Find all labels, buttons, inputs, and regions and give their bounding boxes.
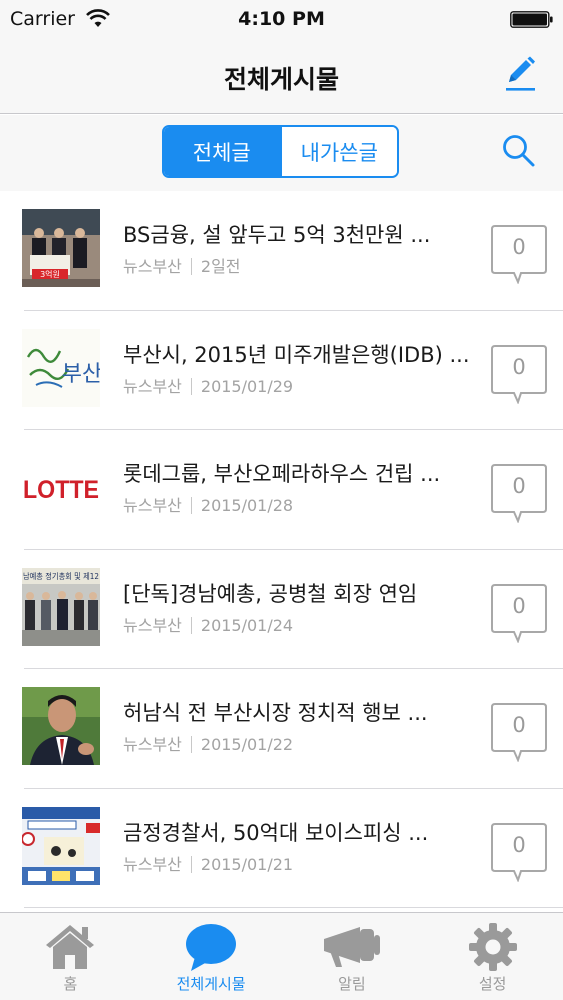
comment-count: 0 (512, 593, 526, 618)
post-filter-segmented-control: 전체글 내가쓴글 (162, 125, 399, 178)
post-title: 부산시, 2015년 미주개발은행(IDB) ... (123, 342, 470, 367)
post-source: 뉴스부산 (123, 496, 182, 515)
speech-bubble-icon (186, 924, 237, 971)
tab-settings[interactable]: 설정 (422, 913, 563, 1000)
comment-count: 0 (512, 474, 526, 498)
post-source: 뉴스부산 (123, 615, 182, 635)
search-icon[interactable] (501, 133, 537, 169)
tab-all-posts[interactable]: 전체게시물 (141, 913, 282, 1000)
post-thumbnail: LOTTE (22, 448, 100, 526)
tab-all-posts-label: 전체게시물 (176, 975, 246, 993)
tab-home-label: 홈 (63, 975, 78, 993)
post-title: 금정경찰서, 50억대 보이스피싱 ... (123, 820, 429, 845)
comment-count: 0 (512, 713, 526, 737)
list-item[interactable]: 3억원 BS금융, 설 앞두고 5억 3천만원 ... 뉴스부산 2일전 0 (0, 191, 563, 311)
clock: 4:10 PM (238, 8, 325, 30)
post-meta: 뉴스부산 2015/01/22 (123, 731, 293, 755)
tab-notifications-label: 알림 (338, 975, 366, 993)
post-source: 뉴스부산 (123, 257, 182, 276)
post-thumbnail: 부산 (22, 328, 100, 407)
segment-my-posts[interactable]: 내가쓴글 (279, 127, 397, 176)
post-title: 롯데그룹, 부산오페라하우스 건립 ... (123, 462, 441, 486)
tab-bar: 홈 전체게시물 알림 설정 (0, 912, 563, 1000)
post-date: 2일전 (200, 257, 241, 276)
list-item[interactable]: 허남식 전 부산시장 정치적 행보 ... 뉴스부산 2015/01/22 0 (0, 669, 563, 789)
list-item[interactable]: 남예총 정기총회 및 제12 [단독]경남예총, 공병철 회장 연임 뉴스부산 2… (0, 550, 563, 670)
status-bar: Carrier 4:10 PM (0, 0, 563, 40)
tab-settings-label: 설정 (478, 975, 507, 993)
pencil-icon[interactable] (503, 56, 537, 92)
post-title: 허남식 전 부산시장 정치적 행보 ... (123, 701, 428, 725)
post-meta: 뉴스부산 2일전 (123, 253, 241, 277)
post-meta: 뉴스부산 2015/01/21 (123, 851, 293, 875)
post-thumbnail (22, 806, 100, 885)
post-date: 2015/01/22 (200, 735, 294, 754)
post-date: 2015/01/28 (200, 496, 294, 515)
post-list: 3억원 BS금융, 설 앞두고 5억 3천만원 ... 뉴스부산 2일전 0 부산… (0, 191, 563, 908)
post-source: 뉴스부산 (123, 376, 182, 396)
comment-count: 0 (512, 354, 526, 379)
post-date: 2015/01/29 (200, 376, 294, 396)
tab-home[interactable]: 홈 (0, 913, 141, 1000)
post-title: BS금융, 설 앞두고 5억 3천만원 ... (123, 223, 431, 247)
comment-count: 0 (512, 832, 526, 857)
thumbnail-caption: 부산 (62, 362, 100, 387)
battery-icon (510, 11, 553, 28)
post-thumbnail (22, 687, 100, 765)
thumbnail-caption: LOTTE (23, 476, 99, 504)
list-item[interactable]: 부산 부산시, 2015년 미주개발은행(IDB) ... 뉴스부산 2015/0… (0, 311, 563, 431)
post-thumbnail: 남예총 정기총회 및 제12 (22, 567, 100, 646)
post-meta: 뉴스부산 2015/01/29 (123, 373, 293, 397)
gear-icon (468, 923, 517, 971)
post-date: 2015/01/21 (200, 854, 294, 874)
post-source: 뉴스부산 (123, 854, 182, 874)
post-date: 2015/01/24 (200, 615, 294, 635)
post-source: 뉴스부산 (123, 735, 182, 754)
page-title: 전체게시물 (223, 65, 339, 94)
list-item[interactable]: 금정경찰서, 50억대 보이스피싱 ... 뉴스부산 2015/01/21 0 (0, 789, 563, 909)
filter-bar: 전체글 내가쓴글 (0, 115, 563, 191)
home-icon (46, 925, 95, 969)
post-meta: 뉴스부산 2015/01/24 (123, 612, 293, 636)
segment-all-posts[interactable]: 전체글 (164, 127, 280, 176)
tab-notifications[interactable]: 알림 (282, 913, 423, 1000)
list-item[interactable]: LOTTE 롯데그룹, 부산오페라하우스 건립 ... 뉴스부산 2015/01/… (0, 430, 563, 550)
nav-bar: 전체게시물 (0, 40, 563, 114)
thumbnail-caption: 3억원 (40, 269, 60, 279)
post-thumbnail: 3억원 (22, 209, 100, 287)
post-title: [단독]경남예총, 공병철 회장 연임 (123, 581, 418, 606)
comment-count: 0 (512, 235, 526, 259)
thumbnail-caption: 남예총 정기총회 및 제12 (23, 571, 99, 581)
megaphone-icon (323, 927, 380, 967)
post-meta: 뉴스부산 2015/01/28 (123, 492, 293, 516)
